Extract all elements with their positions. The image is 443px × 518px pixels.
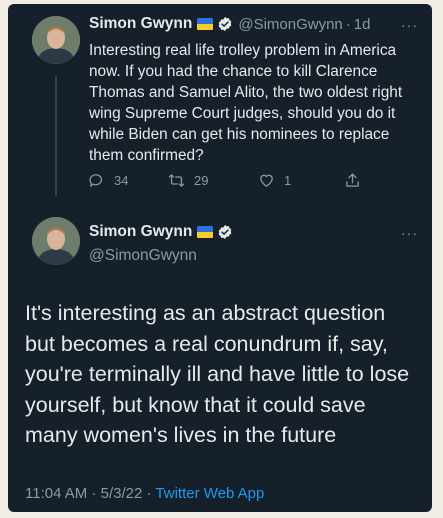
avatar[interactable]: [32, 217, 80, 265]
ukraine-flag-icon: [197, 226, 214, 238]
tweet-text: It's interesting as an abstract question…: [25, 301, 410, 448]
separator: ·: [146, 485, 152, 502]
tweet-card: Simon Gwynn @SimonGwynn · 1d ··· Interes…: [8, 4, 432, 512]
avatar[interactable]: [32, 16, 80, 64]
separator: ·: [91, 485, 97, 502]
tweet-metadata: 11:04 AM · 5/3/22 · Twitter Web App: [25, 485, 264, 502]
like-count: 1: [284, 173, 292, 188]
share-icon: [346, 173, 359, 187]
share-button[interactable]: [344, 172, 370, 189]
tweet-header: Simon Gwynn @SimonGwynn · 1d: [89, 15, 370, 33]
reply-icon: [89, 174, 103, 187]
tweet-header: Simon Gwynn: [89, 223, 233, 241]
more-options-icon[interactable]: ···: [401, 17, 418, 33]
thread-connector-line: [55, 76, 57, 196]
retweet-button[interactable]: 29: [168, 172, 208, 189]
like-button[interactable]: 1: [258, 172, 291, 189]
reply-count: 34: [114, 173, 129, 188]
tweet-actions: 34 29 1: [88, 172, 388, 192]
reply-button[interactable]: 34: [88, 172, 128, 189]
separator: ·: [345, 15, 351, 33]
author-name[interactable]: Simon Gwynn: [89, 15, 192, 33]
verified-badge-icon: [219, 17, 232, 31]
author-handle[interactable]: @SimonGwynn: [238, 16, 342, 33]
tweet-source-link[interactable]: Twitter Web App: [155, 485, 264, 502]
tweet-time[interactable]: 11:04 AM: [25, 485, 87, 502]
avatar-photo: [32, 16, 80, 64]
author-handle[interactable]: @SimonGwynn: [89, 247, 197, 265]
heart-icon: [260, 174, 273, 187]
tweet-age[interactable]: 1d: [354, 16, 371, 33]
more-options-icon[interactable]: ···: [401, 225, 418, 241]
tweet-date[interactable]: 5/3/22: [101, 485, 143, 502]
retweet-count: 29: [194, 173, 209, 188]
author-name[interactable]: Simon Gwynn: [89, 223, 192, 241]
avatar-photo: [32, 217, 80, 265]
verified-badge-icon: [219, 225, 232, 239]
retweet-icon: [168, 174, 185, 187]
ukraine-flag-icon: [197, 18, 214, 30]
tweet-text: Interesting real life trolley problem in…: [89, 42, 403, 164]
